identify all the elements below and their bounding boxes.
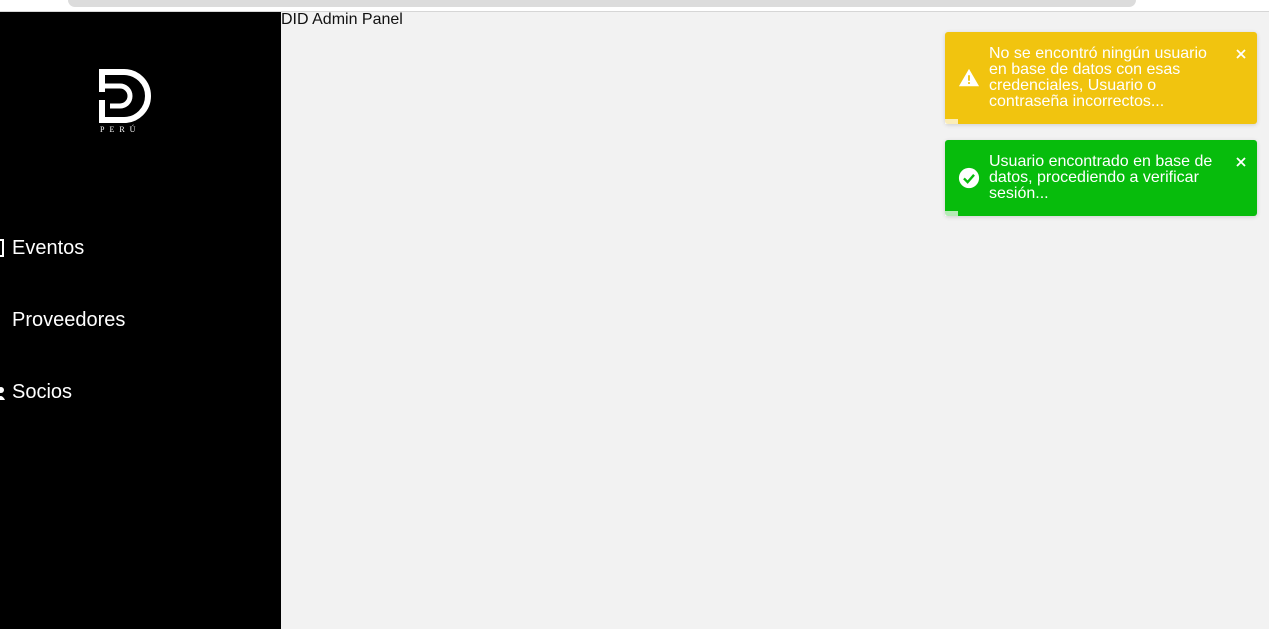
toast-progress-bar — [945, 211, 958, 216]
close-icon[interactable] — [1235, 48, 1247, 60]
did-peru-logo: PERÚ — [99, 69, 151, 134]
horizontal-scrollbar[interactable] — [68, 0, 1136, 7]
check-circle-icon — [958, 167, 980, 189]
toast-success[interactable]: Usuario encontrado en base de datos, pro… — [945, 140, 1257, 216]
sidebar-item-socios[interactable]: Socios — [0, 372, 281, 412]
page-title: DID Admin Panel — [281, 11, 403, 28]
toast-message: No se encontró ningún usuario en base de… — [989, 45, 1207, 110]
browser-top-strip — [0, 0, 1269, 12]
calendar-icon — [0, 239, 4, 257]
toast-progress-bar — [945, 119, 958, 124]
sidebar: PERÚ Eventos Proveedores Socios — [0, 12, 281, 629]
toast-warning[interactable]: No se encontró ningún usuario en base de… — [945, 32, 1257, 124]
user-tie-icon — [0, 308, 6, 332]
users-icon — [0, 387, 5, 400]
svg-text:PERÚ: PERÚ — [100, 124, 140, 134]
sidebar-item-label: Socios — [12, 381, 73, 403]
sidebar-item-proveedores[interactable]: Proveedores — [0, 300, 281, 340]
sidebar-item-label: Proveedores — [12, 309, 126, 331]
sidebar-item-eventos[interactable]: Eventos — [0, 228, 281, 268]
warning-icon — [958, 68, 980, 87]
toast-message: Usuario encontrado en base de datos, pro… — [989, 153, 1213, 202]
close-icon[interactable] — [1235, 156, 1247, 168]
sidebar-item-label: Eventos — [12, 237, 85, 259]
